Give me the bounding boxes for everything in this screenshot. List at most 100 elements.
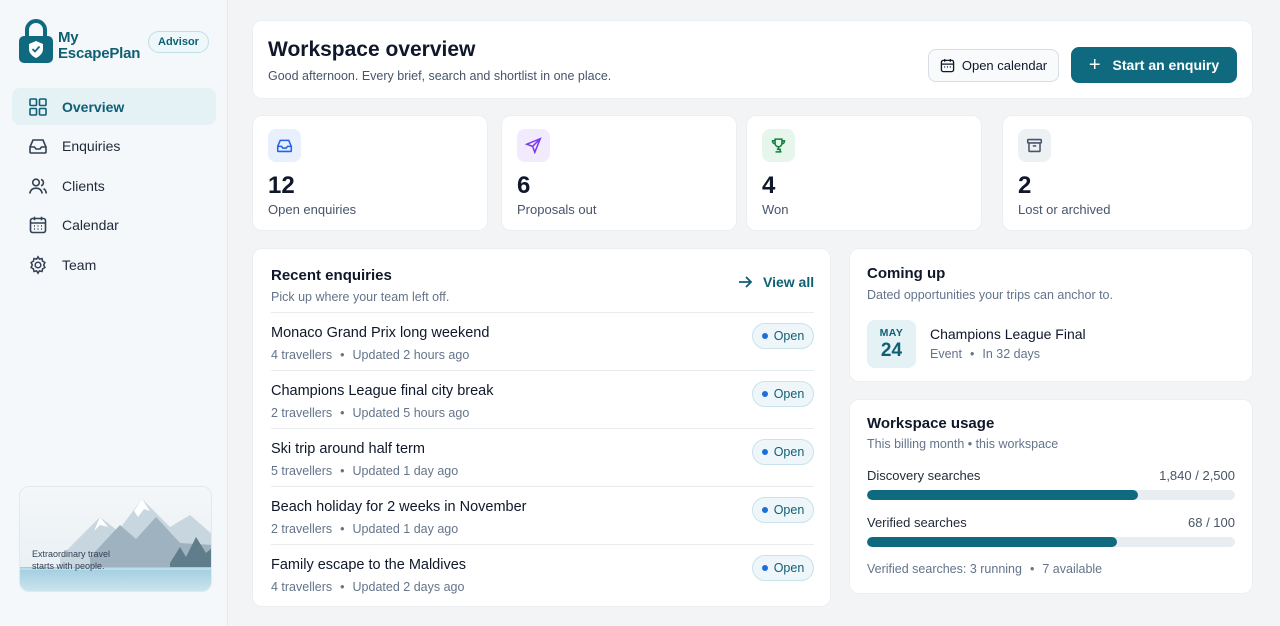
brand-name: My EscapePlan: [58, 30, 140, 62]
stat-icon-box: [517, 129, 550, 162]
promo-text: Extraordinary travel starts with people.: [32, 549, 111, 571]
list-item[interactable]: Family escape to the Maldives 4 travelle…: [271, 544, 814, 602]
usage-footer: Verified searches: 3 running • 7 available: [867, 562, 1103, 576]
sidebar-item-label: Calendar: [62, 217, 119, 233]
archive-icon: [1026, 138, 1043, 153]
status-badge[interactable]: Open: [752, 439, 814, 465]
stat-card-proposals-out[interactable]: 6 Proposals out: [501, 115, 737, 231]
status-badge[interactable]: Open: [752, 381, 814, 407]
calendar-icon: [29, 216, 47, 234]
status-badge[interactable]: Open: [752, 497, 814, 523]
enquiry-title: Monaco Grand Prix long weekend: [271, 325, 490, 341]
open-calendar-button[interactable]: Open calendar: [928, 49, 1059, 82]
open-calendar-label: Open calendar: [961, 58, 1048, 73]
trophy-icon: [771, 138, 786, 153]
event-day: 24: [880, 340, 903, 361]
status-dot: [761, 333, 768, 339]
page-title: Workspace overview: [268, 38, 476, 61]
status-label: Open: [773, 329, 805, 343]
stat-card-open-enquiries[interactable]: 12 Open enquiries: [252, 115, 488, 231]
enquiry-travellers: 2 travellers: [271, 522, 333, 536]
usage-bar-fill: [867, 537, 1118, 547]
lock-shield-logo-icon: [19, 19, 53, 63]
brand-name-line2: EscapePlan: [58, 45, 141, 62]
section-title: Coming up: [867, 265, 946, 282]
sidebar-item-team[interactable]: Team: [12, 246, 216, 283]
section-subtitle: Dated opportunities your trips can ancho…: [867, 288, 1113, 302]
enquiry-title: Beach holiday for 2 weeks in November: [271, 499, 527, 515]
enquiry-title: Family escape to the Maldives: [271, 557, 467, 573]
usage-bar-fill: [867, 490, 1138, 500]
usage-value: 1,840 / 2,500: [1159, 468, 1235, 483]
brand-name-line1: My: [58, 29, 79, 46]
gear-icon: [30, 254, 46, 275]
start-enquiry-label: Start an enquiry: [1112, 57, 1220, 73]
enquiry-updated: Updated 2 hours ago: [352, 348, 470, 362]
list-item[interactable]: Beach holiday for 2 weeks in November 2 …: [271, 486, 814, 544]
event-title[interactable]: Champions League Final: [930, 326, 1086, 342]
status-badge[interactable]: Open: [752, 555, 814, 581]
status-dot: [761, 391, 768, 397]
sidebar-item-label: Team: [62, 256, 97, 273]
stat-icon-box: [1018, 129, 1051, 162]
send-icon: [525, 137, 542, 154]
event-month: MAY: [879, 327, 904, 339]
enquiry-meta: 2 travellers • Updated 1 day ago: [271, 522, 459, 536]
status-dot: [761, 565, 768, 571]
stat-icon-box: [762, 129, 795, 162]
sidebar-item-label: Clients: [62, 177, 105, 194]
stat-icon-box: [268, 129, 301, 162]
list-item[interactable]: Champions League final city break 2 trav…: [271, 370, 814, 428]
sidebar: My EscapePlan Advisor Overview Enquiries: [0, 0, 228, 626]
enquiry-meta: 4 travellers • Updated 2 days ago: [271, 580, 465, 594]
enquiry-travellers: 4 travellers: [271, 348, 333, 362]
start-enquiry-button[interactable]: + Start an enquiry: [1071, 47, 1237, 83]
section-subtitle: Pick up where your team left off.: [271, 290, 450, 304]
stat-value: 6: [517, 172, 531, 199]
grid-icon: [29, 97, 47, 116]
status-label: Open: [773, 561, 805, 575]
enquiry-updated: Updated 1 day ago: [352, 464, 459, 478]
list-item[interactable]: Ski trip around half term 5 travellers • U…: [271, 428, 814, 486]
enquiry-travellers: 2 travellers: [271, 406, 333, 420]
usage-bar: [867, 490, 1235, 500]
sidebar-item-label: Overview: [62, 98, 125, 115]
sidebar-item-calendar[interactable]: Calendar: [12, 207, 216, 244]
stat-value: 4: [762, 172, 776, 199]
mountain-lake-illustration: [20, 487, 211, 591]
usage-bar: [867, 537, 1235, 547]
usage-running: Verified searches: 3 running: [867, 562, 1022, 576]
brand-logo[interactable]: My EscapePlan: [18, 18, 140, 64]
stat-label: Proposals out: [517, 202, 597, 217]
list-item[interactable]: Monaco Grand Prix long weekend 4 travell…: [271, 312, 814, 370]
section-title: Recent enquiries: [271, 267, 392, 284]
sidebar-item-label: Enquiries: [62, 138, 121, 154]
inbox-icon: [29, 139, 47, 154]
sidebar-item-enquiries[interactable]: Enquiries: [12, 128, 216, 165]
status-label: Open: [773, 503, 805, 517]
sidebar-item-clients[interactable]: Clients: [12, 167, 216, 204]
enquiry-updated: Updated 2 days ago: [352, 580, 465, 594]
stat-card-lost-archived[interactable]: 2 Lost or archived: [1002, 115, 1253, 231]
event-meta: Event • In 32 days: [930, 347, 1041, 361]
event-when: In 32 days: [982, 347, 1041, 361]
recent-enquiries-panel: Recent enquiries Pick up where your team…: [252, 248, 831, 607]
view-all-link[interactable]: View all: [737, 274, 814, 290]
status-dot: [761, 449, 768, 455]
plus-icon: +: [1088, 54, 1101, 76]
enquiry-travellers: 4 travellers: [271, 580, 333, 594]
stat-card-won[interactable]: 4 Won: [746, 115, 982, 231]
page-subtitle: Good afternoon. Every brief, search and …: [268, 69, 612, 83]
event-date-badge: MAY 24: [867, 320, 916, 368]
stat-label: Lost or archived: [1018, 202, 1111, 217]
enquiry-title: Ski trip around half term: [271, 441, 425, 457]
status-badge[interactable]: Open: [752, 323, 814, 349]
coming-up-panel: Coming up Dated opportunities your trips…: [849, 248, 1253, 382]
stat-label: Open enquiries: [268, 202, 357, 217]
sidebar-item-overview[interactable]: Overview: [12, 88, 216, 125]
inbox-icon: [276, 139, 293, 153]
usage-meter-verified: Verified searches 68 / 100: [867, 515, 1235, 547]
enquiry-meta: 2 travellers • Updated 5 hours ago: [271, 406, 470, 420]
stat-value: 2: [1018, 172, 1032, 199]
view-all-label: View all: [763, 274, 815, 290]
